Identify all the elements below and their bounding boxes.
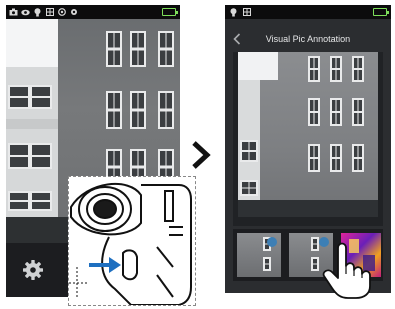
tap-hand-icon [320, 238, 378, 300]
window [130, 91, 146, 129]
status-bar [6, 5, 180, 19]
window [311, 237, 319, 251]
window [8, 143, 52, 169]
selected-visual-image[interactable] [238, 52, 378, 217]
screen-header: Visual Pic Annotation [225, 27, 391, 51]
grid-icon[interactable] [242, 8, 251, 17]
chevron-left-icon [233, 33, 241, 45]
window [330, 144, 342, 172]
eye-icon[interactable] [21, 8, 30, 17]
window [308, 56, 320, 82]
back-button[interactable] [231, 31, 243, 47]
settings-gear-icon[interactable] [69, 8, 78, 17]
battery-icon [373, 8, 389, 16]
indicator-arrow-head [109, 257, 121, 273]
window [158, 91, 174, 129]
window [106, 91, 122, 129]
grid-icon[interactable] [45, 8, 54, 17]
settings-button[interactable] [20, 257, 46, 283]
sky-area [238, 52, 278, 80]
window [240, 180, 258, 196]
window [263, 257, 271, 271]
building-band [6, 119, 58, 129]
window [330, 56, 342, 82]
target-icon[interactable] [57, 8, 66, 17]
window [352, 144, 364, 172]
camera-device-drawing [69, 182, 192, 305]
window [106, 31, 122, 67]
window [352, 56, 364, 82]
window [308, 98, 320, 126]
page-title: Visual Pic Annotation [265, 34, 351, 44]
gear-icon [23, 260, 43, 280]
sky-area [6, 19, 58, 67]
instruction-figure: Visual Pic Annotation [0, 0, 395, 309]
window [352, 98, 364, 126]
battery-icon [162, 8, 178, 16]
status-bar [225, 5, 391, 19]
bulb-icon[interactable] [33, 7, 42, 17]
window [308, 144, 320, 172]
ground-area [238, 200, 378, 217]
selected-badge-icon [267, 237, 277, 247]
window [311, 257, 319, 271]
bulb-icon[interactable] [229, 7, 238, 17]
chevron-right-icon [190, 140, 212, 170]
window [8, 85, 52, 109]
window [158, 31, 174, 67]
window [8, 191, 52, 211]
window [130, 31, 146, 67]
window [330, 98, 342, 126]
camera-icon[interactable] [9, 8, 18, 17]
device-button-illustration [68, 176, 196, 306]
window [240, 140, 258, 162]
thumbnail-visual-1[interactable] [237, 233, 281, 277]
